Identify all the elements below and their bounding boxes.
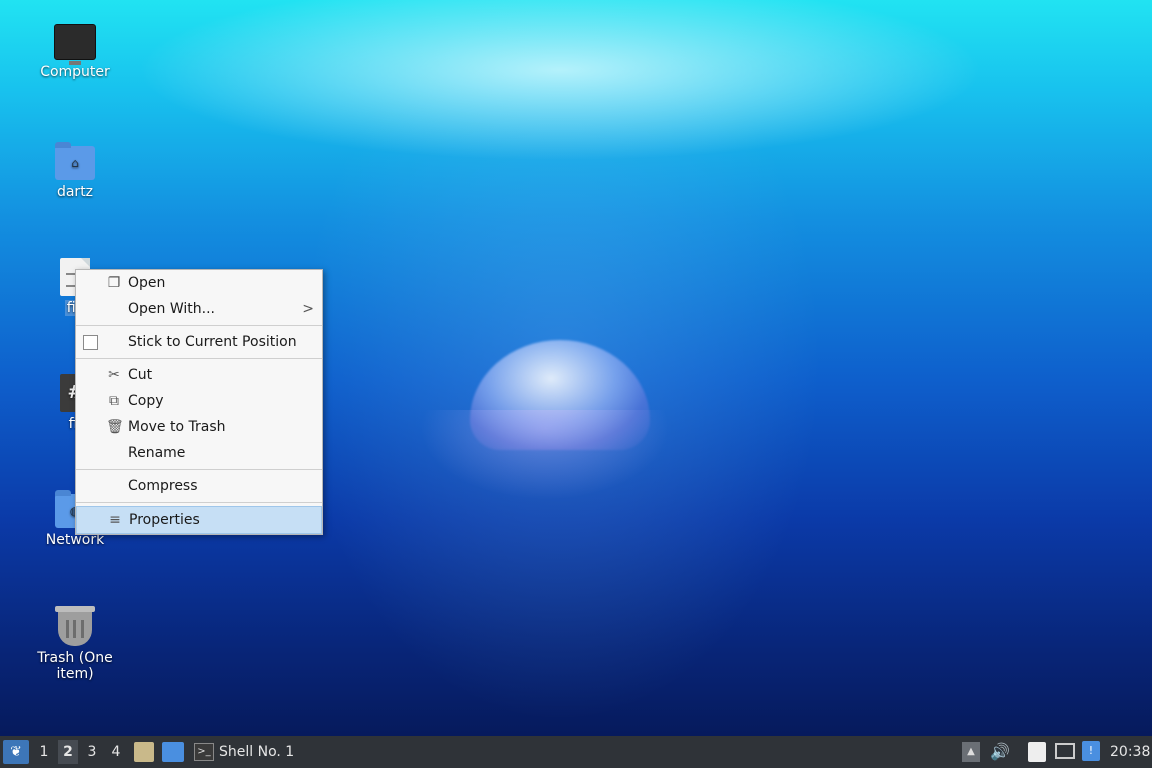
- workspace-2[interactable]: 2: [58, 740, 78, 764]
- computer-icon: [54, 24, 96, 65]
- network-status-icon[interactable]: [1055, 743, 1075, 759]
- menu-item-compress[interactable]: Compress: [76, 473, 322, 499]
- update-notifier-icon[interactable]: !: [1082, 741, 1100, 761]
- open-icon: ❐: [107, 275, 121, 291]
- copy-icon: ⧉: [109, 393, 119, 409]
- home-folder-icon: ⌂: [55, 142, 95, 180]
- menu-separator: [76, 502, 322, 503]
- chevron-right-icon: >: [302, 301, 314, 317]
- menu-item-label: Cut: [128, 367, 153, 383]
- volume-icon[interactable]: 🔊: [990, 740, 1010, 764]
- menu-separator: [76, 325, 322, 326]
- workspace-1[interactable]: 1: [34, 740, 54, 764]
- trash-icon: [55, 606, 95, 646]
- menu-item-cut[interactable]: ✂ Cut: [76, 362, 322, 388]
- menu-item-properties[interactable]: ≡ Properties: [76, 506, 322, 534]
- context-menu: ❐ Open Open With... > Stick to Current P…: [75, 269, 323, 535]
- task-label: Shell No. 1: [219, 744, 295, 760]
- desktop-icon-label: Computer: [40, 64, 110, 80]
- clock[interactable]: 20:38: [1110, 740, 1150, 764]
- terminal-icon: >_: [194, 743, 214, 761]
- menu-item-label: Open With...: [128, 301, 215, 317]
- menu-item-label: Compress: [128, 478, 198, 494]
- workspace-4[interactable]: 4: [106, 740, 126, 764]
- menu-item-label: Properties: [129, 512, 200, 528]
- tray-expand-icon[interactable]: ▲: [962, 742, 980, 762]
- menu-item-label: Copy: [128, 393, 164, 409]
- desktop-background[interactable]: Computer ⌂ dartz fill # fil ◍ Network Tr…: [0, 0, 1152, 736]
- desktop-icon-computer[interactable]: Computer: [20, 24, 130, 80]
- menu-item-label: Stick to Current Position: [128, 334, 297, 350]
- scissors-icon: ✂: [108, 367, 120, 383]
- desktop-icon-label: Trash (One item): [37, 650, 113, 682]
- desktop-icon-label: dartz: [56, 184, 94, 200]
- taskbar: ❦ 1 2 3 4 >_ Shell No. 1 ▲ 🔊 ! 20:38: [0, 736, 1152, 768]
- menu-item-label: Move to Trash: [128, 419, 226, 435]
- menu-item-label: Open: [128, 275, 166, 291]
- show-desktop-icon[interactable]: [162, 742, 184, 762]
- workspace-3[interactable]: 3: [82, 740, 102, 764]
- properties-icon: ≡: [109, 512, 121, 528]
- clipboard-icon[interactable]: [1028, 742, 1046, 762]
- jellyfish-tentacles: [420, 410, 670, 500]
- taskbar-task-shell[interactable]: >_ Shell No. 1: [194, 740, 294, 764]
- menu-separator: [76, 358, 322, 359]
- file-manager-launcher-icon[interactable]: [134, 742, 154, 762]
- menu-separator: [76, 469, 322, 470]
- menu-item-label: Rename: [128, 445, 186, 461]
- desktop-icon-home-folder[interactable]: ⌂ dartz: [20, 142, 130, 200]
- menu-item-rename[interactable]: Rename: [76, 440, 322, 466]
- menu-item-open-with[interactable]: Open With... >: [76, 296, 322, 322]
- checkbox-icon[interactable]: [83, 335, 98, 350]
- menu-item-open[interactable]: ❐ Open: [76, 270, 322, 296]
- desktop-icon-trash[interactable]: Trash (One item): [20, 606, 130, 682]
- menu-item-copy[interactable]: ⧉ Copy: [76, 388, 322, 414]
- menu-item-stick-to-position[interactable]: Stick to Current Position: [76, 329, 322, 355]
- start-menu-button[interactable]: ❦: [3, 740, 29, 764]
- bird-logo-icon: ❦: [10, 744, 22, 760]
- trash-icon: 🗑: [106, 419, 124, 435]
- menu-item-move-to-trash[interactable]: 🗑 Move to Trash: [76, 414, 322, 440]
